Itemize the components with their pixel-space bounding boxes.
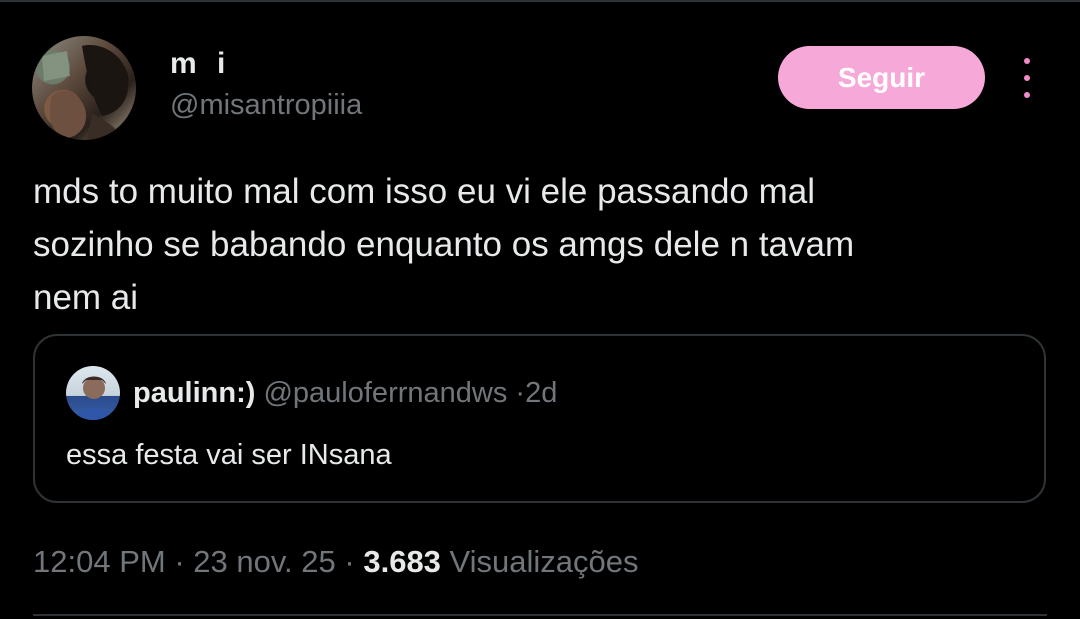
tweet-text: mds to muito mal com isso eu vi ele pass… [33, 165, 1043, 324]
quoted-author-avatar[interactable] [66, 366, 120, 420]
tweet-text-line: nem ai [33, 278, 139, 317]
more-vertical-icon [1024, 75, 1030, 81]
profile-photo-icon [42, 45, 129, 140]
quoted-author-handle: @pauloferrnandws [263, 377, 508, 409]
author-avatar[interactable] [32, 36, 136, 140]
views-count: 3.683 [363, 544, 441, 579]
quoted-tweet-text: essa festa vai ser INsana [66, 439, 392, 471]
bottom-divider [33, 614, 1047, 616]
tweet-text-line: mds to muito mal com isso eu vi ele pass… [33, 172, 815, 211]
views-label: Visualizações [449, 544, 639, 579]
meta-separator: · [174, 544, 185, 579]
meta-separator: · [344, 544, 355, 579]
profile-photo-icon [74, 376, 114, 420]
quoted-tweet-card[interactable]: paulinn:) @pauloferrnandws ·2d essa fest… [33, 334, 1046, 503]
tweet-date[interactable]: 23 nov. 25 [193, 544, 335, 579]
quoted-tweet-header: paulinn:) @pauloferrnandws ·2d [133, 374, 557, 412]
follow-button[interactable]: Seguir [778, 46, 985, 109]
quoted-timestamp[interactable]: 2d [525, 377, 557, 409]
tweet-meta: 12:04 PM · 23 nov. 25 · 3.683 Visualizaç… [33, 542, 639, 582]
top-divider [0, 0, 1080, 2]
tweet-time[interactable]: 12:04 PM [33, 544, 166, 579]
quoted-separator: · [515, 377, 526, 409]
more-vertical-icon [1024, 58, 1030, 64]
author-display-name[interactable]: m i [170, 44, 231, 84]
tweet-text-line: sozinho se babando enquanto os amgs dele… [33, 225, 855, 264]
more-options-button[interactable] [1010, 58, 1044, 98]
author-handle[interactable]: @misantropiiia [170, 86, 362, 124]
more-vertical-icon [1024, 92, 1030, 98]
quoted-author-name[interactable]: paulinn:) [133, 377, 255, 409]
